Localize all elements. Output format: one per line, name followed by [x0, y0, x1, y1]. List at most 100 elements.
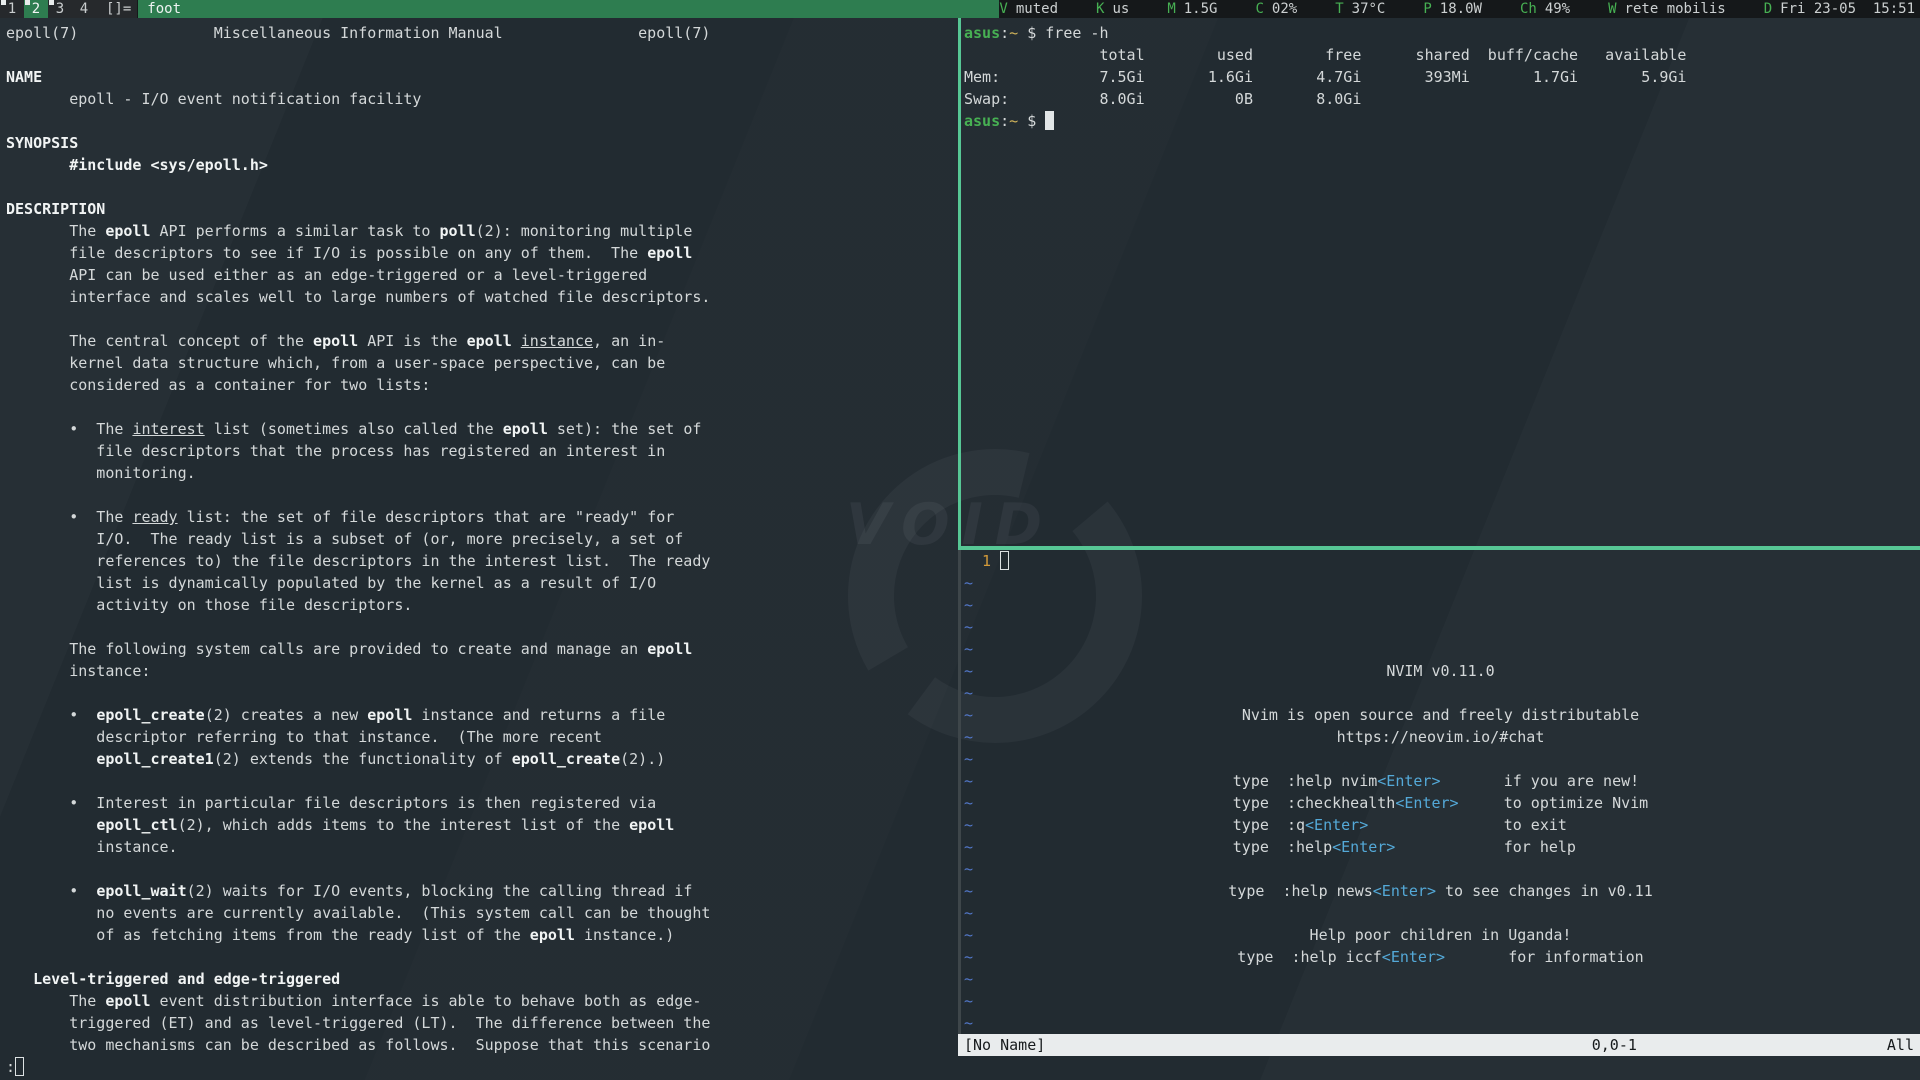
man-line: The epoll event distribution interface i… [6, 990, 958, 1012]
status-memory: M 1.5G [1167, 0, 1217, 18]
man-line: The central concept of the epoll API is … [6, 330, 958, 352]
nvim-intro-text: type :help news<Enter> to see changes in… [961, 880, 1920, 902]
man-line: epoll_create1(2) extends the functionali… [6, 748, 958, 770]
terminal-pane[interactable]: asus:~ $ free -h total used free shared … [961, 18, 1920, 546]
man-line: file descriptors that the process has re… [6, 440, 958, 462]
status-date: DFri 23-05 15:51 [1764, 0, 1915, 18]
scroll-indicator: All [1887, 1034, 1914, 1056]
workspace-button-3[interactable]: 3 [48, 0, 72, 18]
buffer-name: [No Name] [964, 1034, 1045, 1056]
workspace-occupied-indicator [1, 0, 6, 5]
status-key: M [1167, 1, 1175, 17]
status-temperature: T37°C [1335, 0, 1385, 18]
nvim-intro-help-line: type :help<Enter> for help [1233, 836, 1648, 858]
man-line: triggered (ET) and as level-triggered (L… [6, 1012, 958, 1034]
man-line: of as fetching items from the ready list… [6, 924, 958, 946]
terminal-scrollback: asus:~ $ free -h total used free shared … [964, 22, 1920, 110]
man-line: NAME [6, 66, 958, 88]
nvim-intro-text: NVIM v0.11.0 [961, 660, 1920, 682]
status-volume: Vmuted [999, 0, 1058, 18]
workspace-button-4[interactable]: 4 [72, 0, 96, 18]
nvim-intro-line: https://neovim.io/#chat [961, 726, 1920, 748]
line-number: 1 [964, 552, 1000, 570]
terminal-prompt-line: asus:~ $ [964, 110, 1920, 132]
status-value: rete mobilis [1625, 1, 1726, 17]
status-key: D [1764, 1, 1772, 17]
nvim-tilde: ~ [964, 572, 973, 594]
focused-border-bottom [958, 546, 1920, 550]
status-key: Ch [1520, 1, 1537, 17]
prompt-user: asus [964, 112, 1000, 130]
man-line: Level-triggered and edge-triggered [6, 968, 958, 990]
nvim-tilde: ~ [964, 616, 973, 638]
man-line: • epoll_create(2) creates a new epoll in… [6, 704, 958, 726]
man-line: epoll(7) Miscellaneous Information Manua… [6, 22, 958, 44]
terminal-output-line: total used free shared buff/cache availa… [964, 44, 1920, 66]
man-line: SYNOPSIS [6, 132, 958, 154]
workspace-button-1[interactable]: 1 [0, 0, 24, 18]
man-line: list is dynamically populated by the ker… [6, 572, 958, 594]
status-wifi: Wrete mobilis [1608, 0, 1726, 18]
man-line [6, 110, 958, 132]
man-line: kernel data structure which, from a user… [6, 352, 958, 374]
nvim-intro-help-block: type :help nvim<Enter> if you are new!ty… [1233, 770, 1648, 858]
status-value: muted [1016, 1, 1058, 17]
nvim-tilde: ~ [964, 968, 973, 990]
nvim-intro-line: Help poor children in Uganda! [961, 924, 1920, 946]
man-line: activity on those file descriptors. [6, 594, 958, 616]
man-line: • epoll_wait(2) waits for I/O events, bl… [6, 880, 958, 902]
man-line: epoll_ctl(2), which adds items to the in… [6, 814, 958, 836]
man-line [6, 616, 958, 638]
man-page-text: epoll(7) Miscellaneous Information Manua… [6, 22, 958, 1056]
man-page-pane[interactable]: epoll(7) Miscellaneous Information Manua… [0, 18, 958, 1080]
cursor-position: 0,0-1 [1592, 1034, 1637, 1056]
man-line: descriptor referring to that instance. (… [6, 726, 958, 748]
man-line: #include <sys/epoll.h> [6, 154, 958, 176]
nvim-statusline: [No Name] 0,0-1 All [958, 1034, 1920, 1056]
man-line: two mechanisms can be described as follo… [6, 1034, 958, 1056]
status-key: V [999, 1, 1007, 17]
status-value: 02% [1272, 1, 1297, 17]
man-line: references to) the file descriptors in t… [6, 550, 958, 572]
man-line [6, 770, 958, 792]
status-value: 18.0W [1440, 1, 1482, 17]
workspace-occupied-indicator [49, 0, 54, 5]
man-line [6, 44, 958, 66]
nvim-intro-help-line: type :checkhealth<Enter> to optimize Nvi… [1233, 792, 1648, 814]
status-cpu: C02% [1255, 0, 1297, 18]
status-value: 1.5G [1184, 1, 1218, 17]
man-line: I/O. The ready list is a subset of (or, … [6, 528, 958, 550]
nvim-cursor [1000, 551, 1009, 570]
man-line [6, 682, 958, 704]
status-bar: 1234 []= foot VmutedKusM1.5GC02%T37°CP18… [0, 0, 1920, 18]
status-key: W [1608, 1, 1616, 17]
man-line: monitoring. [6, 462, 958, 484]
man-line: • Interest in particular file descriptor… [6, 792, 958, 814]
workspace-label: 2 [32, 0, 40, 18]
man-line [6, 484, 958, 506]
man-line: no events are currently available. (This… [6, 902, 958, 924]
man-line [6, 176, 958, 198]
nvim-intro-text: https://neovim.io/#chat [961, 726, 1920, 748]
status-key: T [1335, 1, 1343, 17]
nvim-intro-help-line: type :help nvim<Enter> if you are new! [1233, 770, 1648, 792]
prompt-path: ~ [1009, 112, 1018, 130]
man-line: epoll - I/O event notification facility [6, 88, 958, 110]
nvim-tilde: ~ [964, 594, 973, 616]
nvim-pane[interactable]: 1 ~~~~~~~~~~~~~~~~~~~~~ NVIM v0.11.0Nvim… [961, 550, 1920, 1034]
man-line: The following system calls are provided … [6, 638, 958, 660]
pager-prompt: : [6, 1058, 15, 1076]
status-value: us [1112, 1, 1129, 17]
nvim-intro-help-line: type :q<Enter> to exit [1233, 814, 1648, 836]
nvim-tilde: ~ [964, 902, 973, 924]
nvim-intro-line: type :help iccf<Enter> for information [961, 946, 1920, 968]
unfocused-border-left [958, 550, 961, 1034]
nvim-tilde: ~ [964, 990, 973, 1012]
man-line: API can be used either as an edge-trigge… [6, 264, 958, 286]
nvim-intro-line: type :help nvim<Enter> if you are new!ty… [961, 770, 1920, 858]
focused-window-title: foot [138, 0, 999, 18]
nvim-tilde: ~ [964, 1012, 973, 1034]
nvim-tilde: ~ [964, 682, 973, 704]
nvim-intro-line: Nvim is open source and freely distribut… [961, 704, 1920, 726]
workspace-button-2[interactable]: 2 [24, 0, 48, 18]
